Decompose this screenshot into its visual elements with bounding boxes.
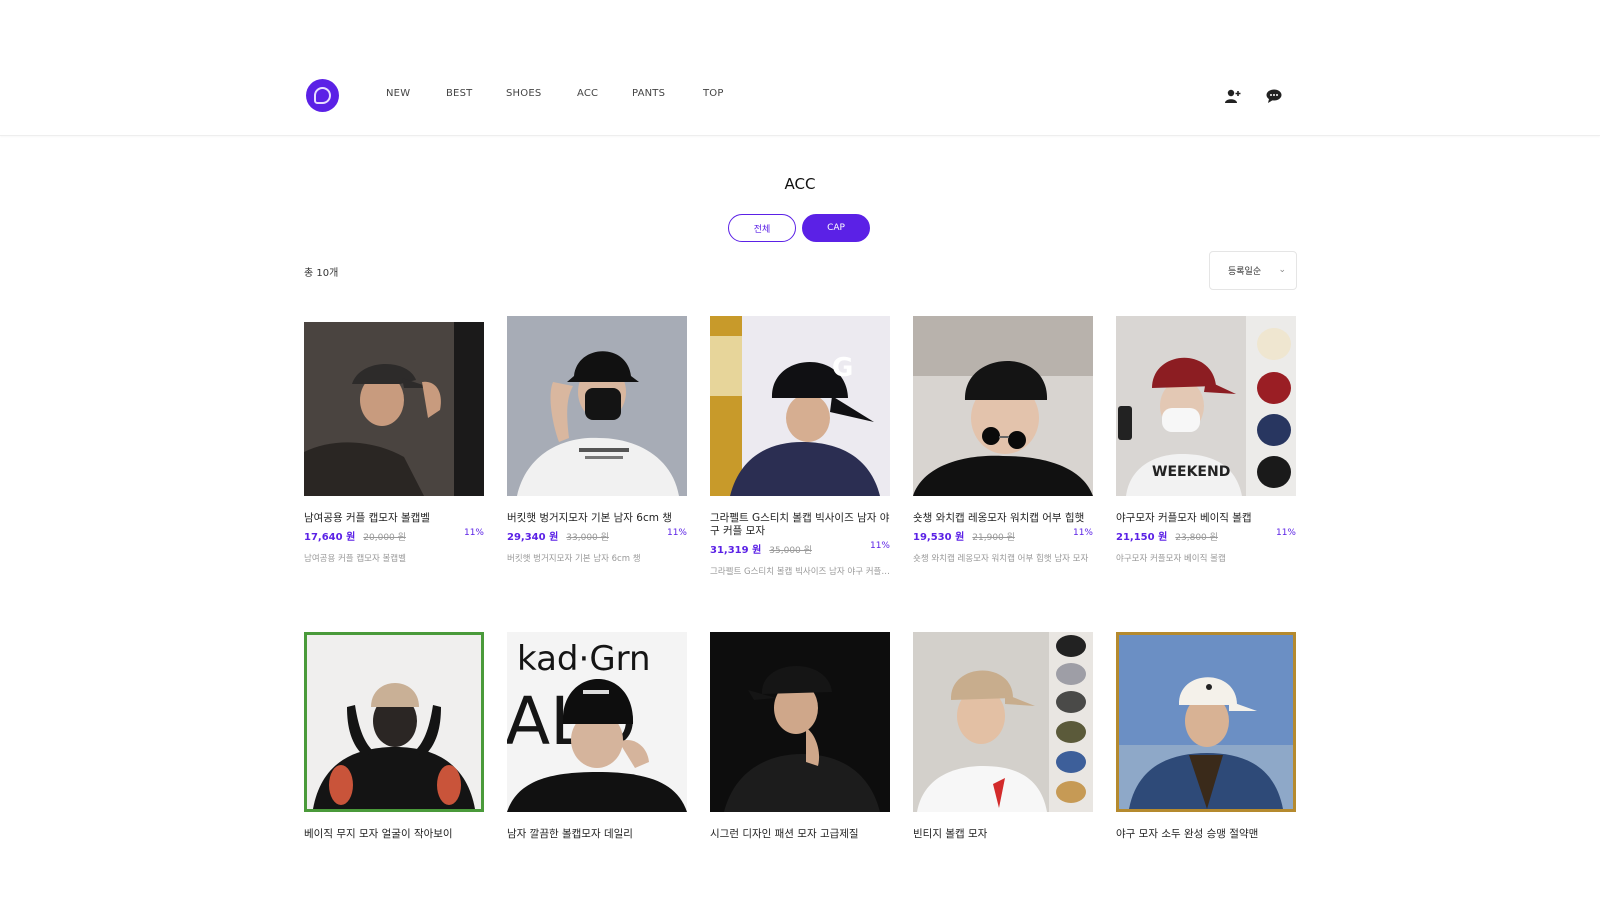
price-row: 21,150 원 23,800 원 11% xyxy=(1116,528,1296,543)
logo-mark-icon xyxy=(314,87,331,104)
filter-all[interactable]: 전체 xyxy=(728,214,796,242)
price-row: 19,530 원 21,900 원 11% xyxy=(913,528,1093,543)
sort-label: 등록일순 xyxy=(1228,267,1262,277)
product-image[interactable]: WEEKEND xyxy=(1116,316,1296,496)
original-price: 20,000 원 xyxy=(363,533,406,543)
product-image[interactable] xyxy=(913,632,1093,812)
discount-rate: 11% xyxy=(1275,528,1296,538)
product-image[interactable] xyxy=(710,632,890,812)
chevron-down-icon: ⌄ xyxy=(1278,265,1286,275)
discount-rate: 11% xyxy=(869,541,890,551)
product-card[interactable]: 야구 모자 소두 완성 승맹 절약맨 xyxy=(1116,632,1296,841)
product-card[interactable]: 시그런 디자인 패션 모자 고급제질 xyxy=(710,632,890,841)
original-price: 35,000 원 xyxy=(769,546,812,556)
nav-top[interactable]: TOP xyxy=(703,88,724,99)
sale-price: 17,640 원 xyxy=(304,532,356,543)
product-name[interactable]: 시그런 디자인 패션 모자 고급제질 xyxy=(710,828,890,841)
product-image[interactable] xyxy=(507,316,687,496)
product-card[interactable]: 베이직 무지 모자 얼굴이 작아보이 xyxy=(304,632,484,841)
banner-text-top: kad·Grn xyxy=(517,639,651,679)
price-row: 29,340 원 33,000 원 11% xyxy=(507,528,687,543)
product-name[interactable]: 숏챙 와치캡 레옹모자 워치캡 어부 힙햇 xyxy=(913,512,1093,525)
product-card[interactable]: G 그라펠트 G스티치 볼캡 빅사이즈 남자 야구 커플 모자 31,319 원… xyxy=(710,316,890,577)
product-card[interactable]: 남여공용 커플 캡모자 볼캡벨 17,640 원 20,000 원 11% 남여공… xyxy=(304,316,484,564)
product-count: 총 10개 xyxy=(304,268,339,279)
product-desc: 그라펠트 G스티치 볼캡 빅사이즈 남자 야구 커플 모자 xyxy=(710,567,890,577)
product-name[interactable]: 그라펠트 G스티치 볼캡 빅사이즈 남자 야구 커플 모자 xyxy=(710,512,890,538)
product-image[interactable] xyxy=(1116,632,1296,812)
cap-logo-letter: G xyxy=(832,353,853,383)
product-name[interactable]: 남여공용 커플 캡모자 볼캡벨 xyxy=(304,512,484,525)
product-card[interactable]: 버킷햇 벙거지모자 기본 남자 6cm 챙 29,340 원 33,000 원 1… xyxy=(507,316,687,564)
product-desc: 남여공용 커플 캡모자 볼캡벨 xyxy=(304,554,406,564)
original-price: 21,900 원 xyxy=(972,533,1015,543)
chat-icon[interactable] xyxy=(1265,87,1283,105)
site-header: NEW BEST SHOES ACC PANTS TOP xyxy=(0,0,1600,136)
filter-cap[interactable]: CAP xyxy=(802,214,870,242)
price-row: 31,319 원 35,000 원 11% xyxy=(710,541,890,556)
product-image[interactable] xyxy=(304,632,484,812)
product-desc: 버킷햇 벙거지모자 기본 남자 6cm 챙 xyxy=(507,554,641,564)
product-name[interactable]: 남자 깔끔한 볼캡모자 데일리 xyxy=(507,828,687,841)
product-image[interactable] xyxy=(304,322,484,496)
brand-logo[interactable] xyxy=(306,79,339,112)
product-name[interactable]: 야구모자 커플모자 베이직 볼캡 xyxy=(1116,512,1296,525)
product-name[interactable]: 빈티지 볼캡 모자 xyxy=(913,828,1093,841)
discount-rate: 11% xyxy=(666,528,687,538)
nav-shoes[interactable]: SHOES xyxy=(506,88,541,99)
tshirt-print-text: WEEKEND xyxy=(1152,464,1230,480)
nav-best[interactable]: BEST xyxy=(446,88,472,99)
filter-chips: 전체 CAP xyxy=(728,214,870,242)
product-name[interactable]: 야구 모자 소두 완성 승맹 절약맨 xyxy=(1116,828,1296,841)
price-row: 17,640 원 20,000 원 11% xyxy=(304,528,484,543)
sort-select[interactable]: 등록일순 ⌄ xyxy=(1209,251,1297,290)
sale-price: 29,340 원 xyxy=(507,532,559,543)
page-title: ACC xyxy=(784,175,816,193)
product-image[interactable] xyxy=(913,316,1093,496)
product-card[interactable]: kad·Grn ALO 남자 깔끔한 볼캡모자 데일리 xyxy=(507,632,687,841)
nav-new[interactable]: NEW xyxy=(386,88,410,99)
user-add-icon[interactable] xyxy=(1224,87,1242,105)
product-card[interactable]: 숏챙 와치캡 레옹모자 워치캡 어부 힙햇 19,530 원 21,900 원 1… xyxy=(913,316,1093,564)
product-card[interactable]: 빈티지 볼캡 모자 xyxy=(913,632,1093,841)
product-desc: 숏챙 와치캡 레옹모자 워치캡 어부 힙햇 남자 모자 xyxy=(913,554,1089,564)
sale-price: 19,530 원 xyxy=(913,532,965,543)
discount-rate: 11% xyxy=(463,528,484,538)
nav-pants[interactable]: PANTS xyxy=(632,88,665,99)
product-name[interactable]: 버킷햇 벙거지모자 기본 남자 6cm 챙 xyxy=(507,512,687,525)
sale-price: 31,319 원 xyxy=(710,545,762,556)
nav-acc[interactable]: ACC xyxy=(577,88,598,99)
product-desc: 야구모자 커플모자 베이직 볼캡 xyxy=(1116,554,1226,564)
sale-price: 21,150 원 xyxy=(1116,532,1168,543)
product-card[interactable]: WEEKEND 야구모자 커플모자 베이직 볼캡 21,150 원 23,800 … xyxy=(1116,316,1296,564)
original-price: 33,000 원 xyxy=(566,533,609,543)
original-price: 23,800 원 xyxy=(1175,533,1218,543)
product-image[interactable]: G xyxy=(710,316,890,496)
discount-rate: 11% xyxy=(1072,528,1093,538)
product-name[interactable]: 베이직 무지 모자 얼굴이 작아보이 xyxy=(304,828,484,841)
product-image[interactable]: kad·Grn ALO xyxy=(507,632,687,812)
